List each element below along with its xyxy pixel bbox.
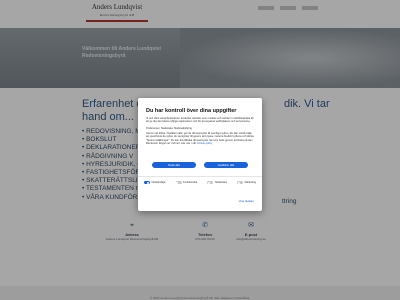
divider [138, 176, 262, 177]
toggle-switch[interactable] [175, 181, 182, 185]
accept-all-button[interactable]: Godkänn alla [204, 162, 248, 168]
dialog-intro-text: Vi och våra samarbetspartner använder te… [146, 117, 254, 124]
toggle-switch[interactable] [144, 181, 150, 185]
toggle-necessary[interactable]: Nödvändiga [144, 181, 166, 185]
toggle-switch[interactable] [237, 181, 244, 185]
toggle-statistics[interactable]: Statistiska [207, 181, 227, 185]
cookie-consent-dialog: Du har kontroll över dina uppgifter Vi o… [138, 98, 262, 211]
toggle-switch[interactable] [207, 181, 214, 185]
toggle-label: Marketing [244, 181, 256, 185]
cookie-policy-link[interactable]: Cookie-policy [197, 142, 213, 145]
toggle-functional[interactable]: Funktionella [175, 181, 198, 185]
dialog-consent-text: Genom att klicka "Godkänn alla" ger du d… [146, 132, 254, 146]
dialog-title: Du har kontroll över dina uppgifter [146, 108, 237, 114]
toggle-label: Statistiska [214, 181, 227, 185]
deny-all-button[interactable]: Neka alla [152, 162, 196, 168]
show-details-link[interactable]: Visa detaljer [239, 199, 254, 203]
toggle-marketing[interactable]: Marketing [237, 181, 256, 185]
toggle-label: Funktionella [183, 181, 198, 185]
consent-toggles: Nödvändiga Funktionella Statistiska Mark… [144, 181, 256, 185]
dialog-purposes-text: Preferenser, Statistiska, Marknadsföring [146, 127, 192, 130]
toggle-label: Nödvändiga [151, 181, 166, 185]
